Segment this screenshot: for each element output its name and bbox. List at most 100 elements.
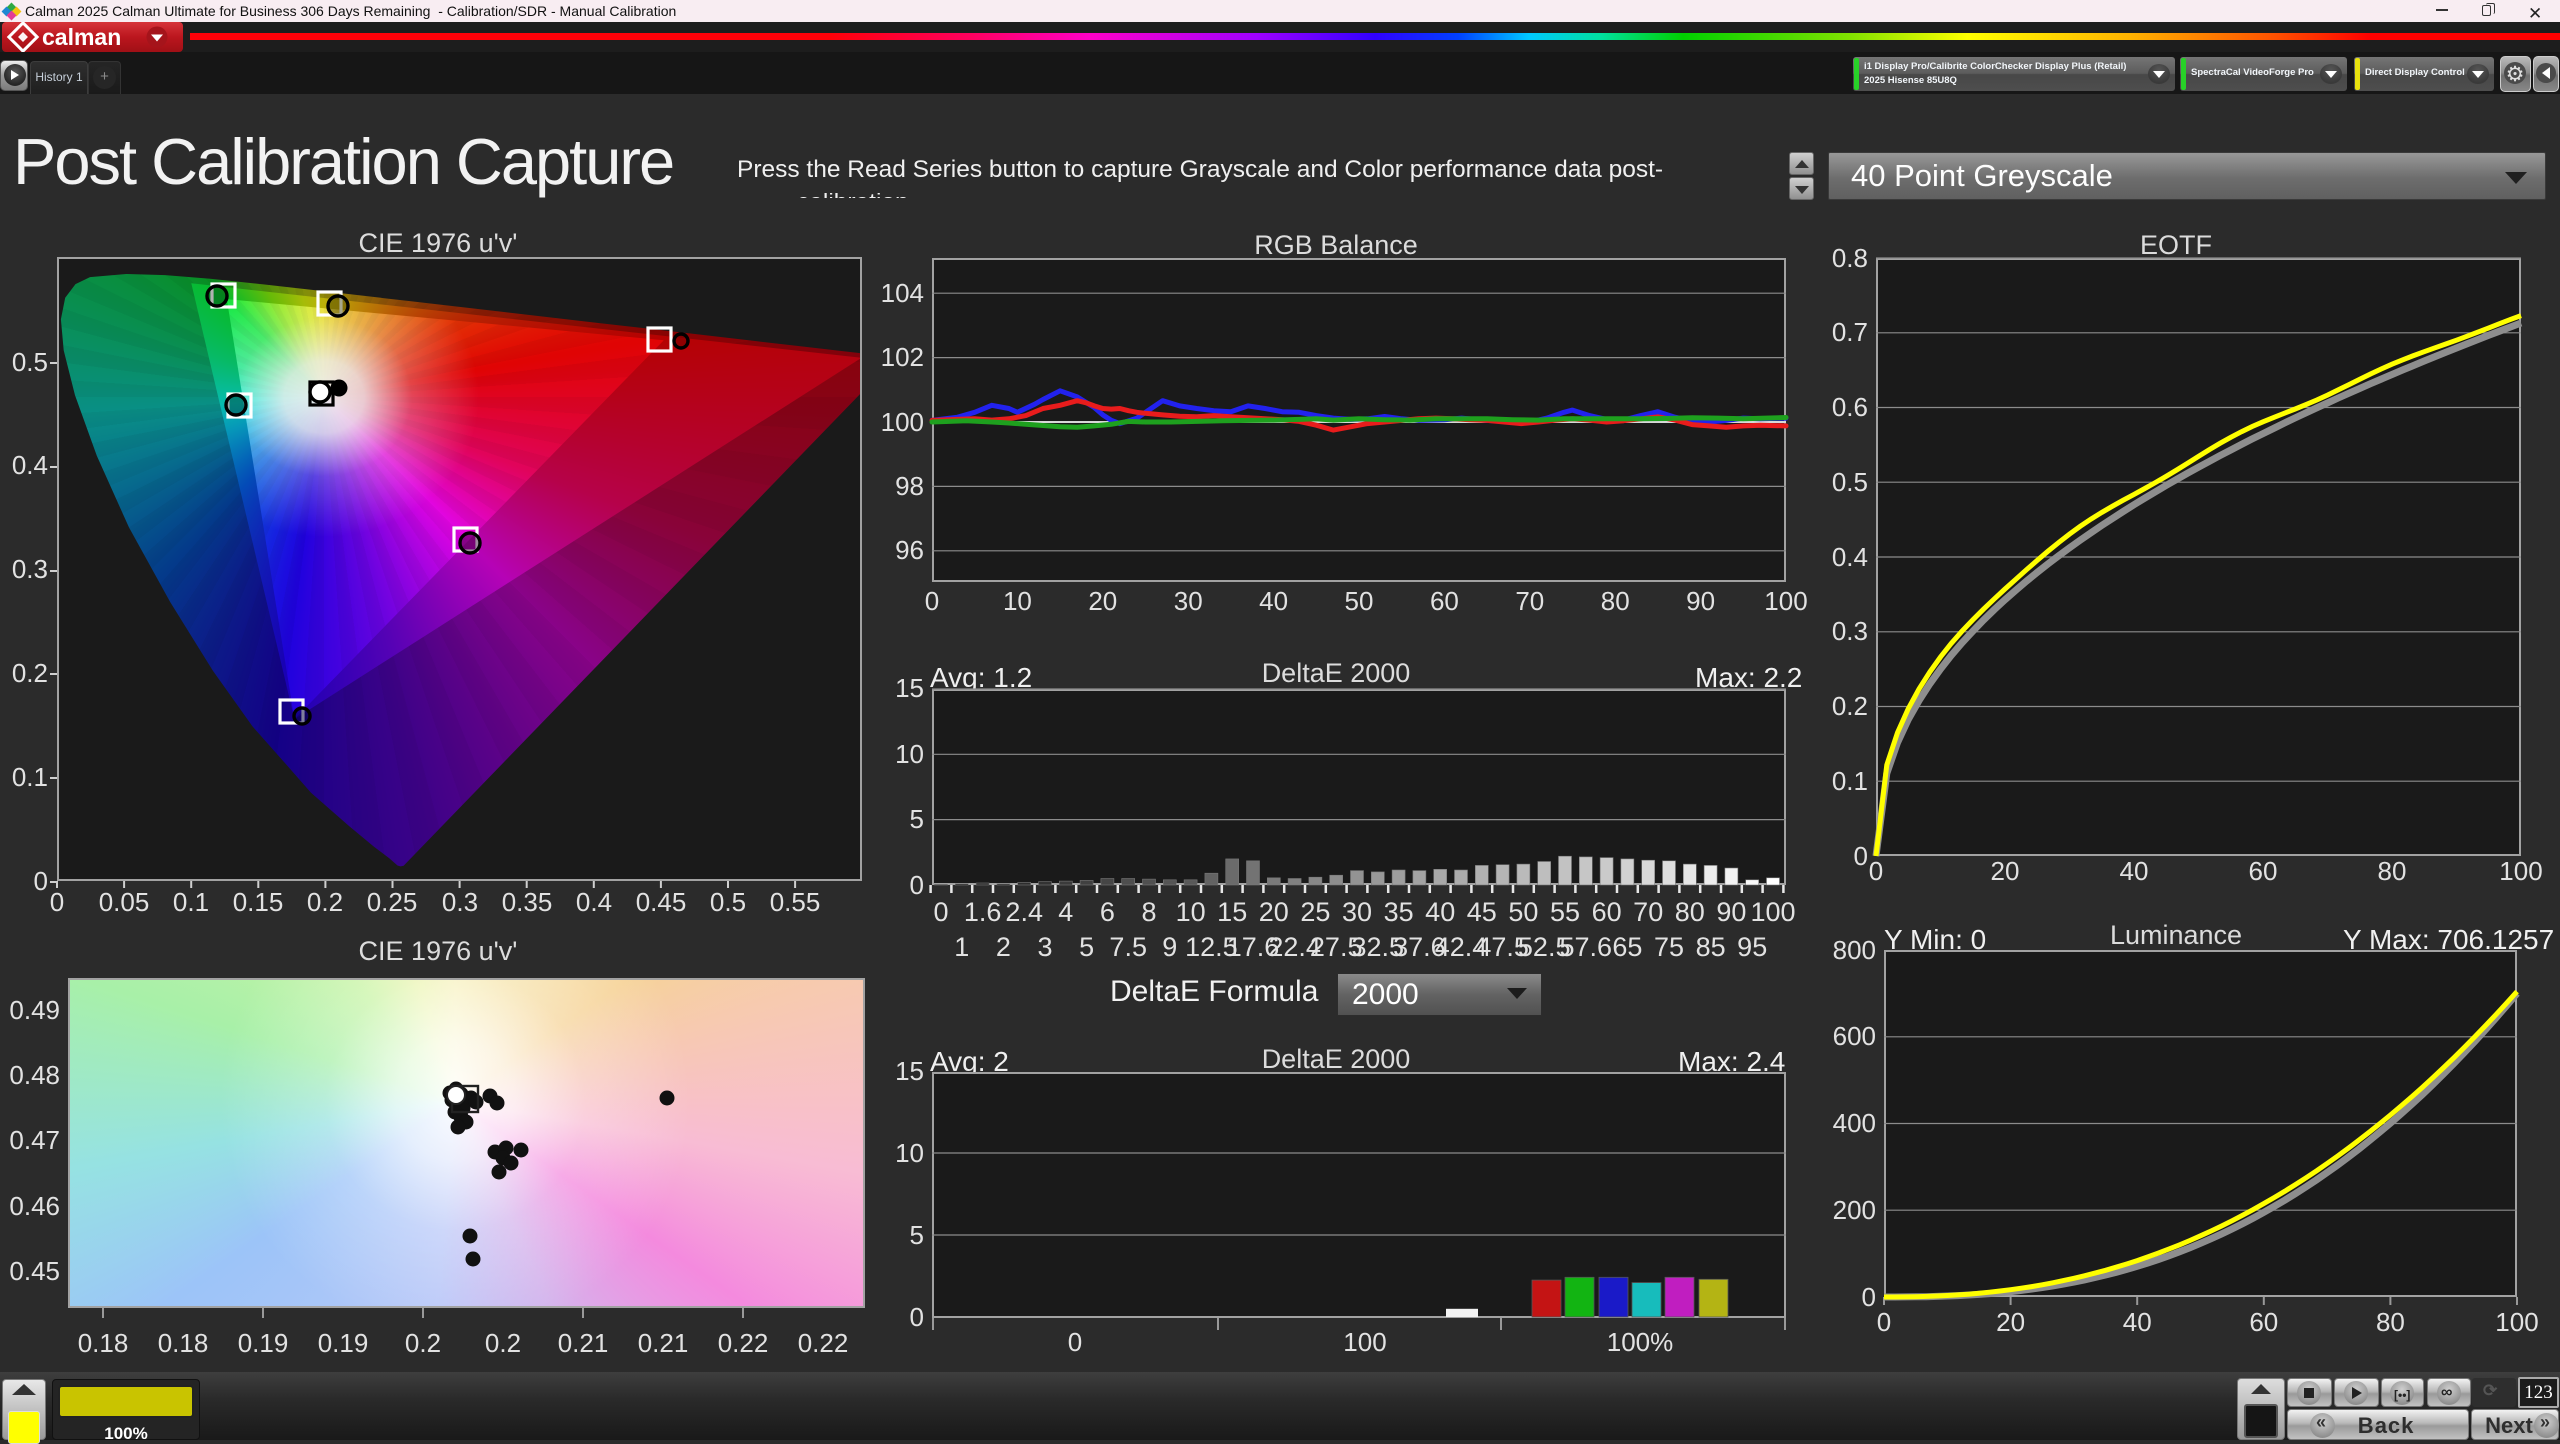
svg-text:0.46: 0.46 [9, 1191, 60, 1221]
svg-text:0.21: 0.21 [638, 1328, 689, 1358]
svg-text:70: 70 [1515, 586, 1544, 616]
svg-text:0.5: 0.5 [710, 887, 746, 917]
svg-text:100: 100 [2495, 1307, 2538, 1337]
svg-text:0: 0 [933, 897, 948, 927]
svg-text:20: 20 [1991, 856, 2020, 886]
svg-text:0: 0 [1869, 856, 1883, 886]
svg-text:0.5: 0.5 [12, 347, 48, 377]
svg-text:40: 40 [2123, 1307, 2152, 1337]
svg-text:0.3: 0.3 [1832, 616, 1868, 646]
svg-text:12.5: 12.5 [1185, 932, 1238, 962]
svg-text:80: 80 [2378, 856, 2407, 886]
svg-text:25: 25 [1300, 897, 1330, 927]
svg-text:37.6: 37.6 [1393, 932, 1446, 962]
svg-text:5: 5 [910, 1220, 924, 1250]
svg-text:0: 0 [925, 586, 939, 616]
svg-text:1.6: 1.6 [964, 897, 1002, 927]
svg-text:22.4: 22.4 [1268, 932, 1321, 962]
svg-text:0: 0 [910, 1302, 924, 1332]
svg-text:0.2: 0.2 [405, 1328, 441, 1358]
svg-text:100: 100 [881, 407, 924, 437]
svg-text:0.8: 0.8 [1832, 243, 1868, 273]
svg-text:0.5: 0.5 [1832, 467, 1868, 497]
svg-text:10: 10 [1003, 586, 1032, 616]
svg-text:0.2: 0.2 [485, 1328, 521, 1358]
svg-text:60: 60 [1430, 586, 1459, 616]
svg-text:0.15: 0.15 [233, 887, 284, 917]
svg-text:0.49: 0.49 [9, 995, 60, 1025]
svg-text:5: 5 [1079, 932, 1094, 962]
svg-text:104: 104 [881, 278, 924, 308]
svg-text:15: 15 [895, 673, 924, 703]
svg-text:3: 3 [1037, 932, 1052, 962]
svg-text:80: 80 [1675, 897, 1705, 927]
svg-text:30: 30 [1342, 897, 1372, 927]
svg-text:98: 98 [895, 471, 924, 501]
svg-text:0.19: 0.19 [238, 1328, 289, 1358]
svg-text:9: 9 [1162, 932, 1177, 962]
svg-text:0: 0 [1068, 1327, 1082, 1357]
svg-text:0.45: 0.45 [9, 1256, 60, 1286]
svg-text:0: 0 [50, 887, 64, 917]
svg-text:65: 65 [1612, 932, 1642, 962]
svg-text:100: 100 [1764, 586, 1807, 616]
svg-text:0: 0 [34, 866, 48, 896]
svg-text:30: 30 [1174, 586, 1203, 616]
svg-text:400: 400 [1833, 1108, 1876, 1138]
svg-text:600: 600 [1833, 1021, 1876, 1051]
svg-text:15: 15 [895, 1056, 924, 1086]
svg-text:20: 20 [1259, 897, 1289, 927]
svg-text:0.2: 0.2 [12, 658, 48, 688]
svg-text:0.1: 0.1 [173, 887, 209, 917]
svg-text:0.48: 0.48 [9, 1060, 60, 1090]
svg-text:1: 1 [954, 932, 969, 962]
svg-text:0.1: 0.1 [12, 762, 48, 792]
svg-text:100: 100 [1750, 897, 1795, 927]
svg-text:102: 102 [881, 342, 924, 372]
svg-text:0.18: 0.18 [158, 1328, 209, 1358]
svg-text:0.05: 0.05 [99, 887, 150, 917]
svg-text:0: 0 [910, 870, 924, 900]
svg-text:0.18: 0.18 [78, 1328, 129, 1358]
svg-text:35: 35 [1384, 897, 1414, 927]
svg-text:90: 90 [1716, 897, 1746, 927]
svg-text:50: 50 [1345, 586, 1374, 616]
svg-text:0.45: 0.45 [636, 887, 687, 917]
svg-text:42.4: 42.4 [1435, 932, 1488, 962]
svg-text:57.6: 57.6 [1560, 932, 1613, 962]
svg-text:0.21: 0.21 [558, 1328, 609, 1358]
svg-text:85: 85 [1696, 932, 1726, 962]
svg-text:2.4: 2.4 [1005, 897, 1043, 927]
svg-text:0.22: 0.22 [718, 1328, 769, 1358]
svg-text:0.3: 0.3 [442, 887, 478, 917]
svg-text:7.5: 7.5 [1109, 932, 1147, 962]
svg-text:100%: 100% [1607, 1327, 1674, 1357]
svg-text:60: 60 [2249, 1307, 2278, 1337]
svg-text:60: 60 [1592, 897, 1622, 927]
svg-text:15: 15 [1217, 897, 1247, 927]
svg-text:0: 0 [1877, 1307, 1891, 1337]
svg-text:52.5: 52.5 [1518, 932, 1571, 962]
svg-text:0.4: 0.4 [576, 887, 612, 917]
svg-text:20: 20 [1996, 1307, 2025, 1337]
svg-text:0.25: 0.25 [367, 887, 418, 917]
svg-text:5: 5 [910, 804, 924, 834]
svg-text:10: 10 [895, 1138, 924, 1168]
svg-text:20: 20 [1088, 586, 1117, 616]
svg-text:6: 6 [1100, 897, 1115, 927]
svg-text:⚙: ⚙ [2506, 63, 2525, 86]
svg-text:0.4: 0.4 [1832, 542, 1868, 572]
svg-text:0.2: 0.2 [1832, 691, 1868, 721]
svg-text:47.5: 47.5 [1476, 932, 1529, 962]
svg-text:0.19: 0.19 [318, 1328, 369, 1358]
svg-text:0.35: 0.35 [502, 887, 553, 917]
svg-text:0.55: 0.55 [770, 887, 821, 917]
svg-text:0.7: 0.7 [1832, 317, 1868, 347]
svg-text:17.6: 17.6 [1227, 932, 1280, 962]
svg-text:50: 50 [1508, 897, 1538, 927]
svg-text:32.5: 32.5 [1352, 932, 1405, 962]
svg-text:90: 90 [1686, 586, 1715, 616]
svg-text:40: 40 [2120, 856, 2149, 886]
svg-text:10: 10 [895, 739, 924, 769]
svg-text:0.47: 0.47 [9, 1125, 60, 1155]
